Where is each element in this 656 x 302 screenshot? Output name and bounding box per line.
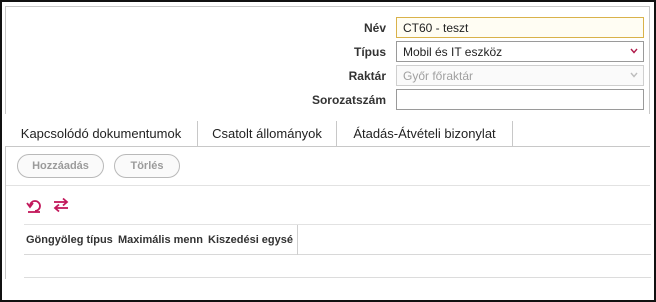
- warehouse-row: Raktár Győr főraktár: [6, 65, 649, 87]
- divider: [6, 185, 650, 186]
- tab-content-panel: Hozzáadás Törlés Göngyöleg típus Maximál…: [5, 147, 651, 279]
- grid-bottom-border: [24, 277, 651, 278]
- name-row: Név CT60 - teszt: [6, 17, 649, 39]
- warehouse-select-value: Győr főraktár: [403, 69, 474, 83]
- serial-row: Sorozatszám: [6, 89, 649, 111]
- type-row: Típus Mobil és IT eszköz: [6, 41, 649, 63]
- column-header-max-quantity[interactable]: Maximális menn: [116, 225, 206, 255]
- warehouse-select: Győr főraktár: [396, 65, 644, 86]
- add-button[interactable]: Hozzáadás: [17, 154, 104, 178]
- name-input[interactable]: CT60 - teszt: [396, 17, 644, 38]
- type-label: Típus: [354, 45, 386, 59]
- undo-icon[interactable]: [26, 197, 44, 213]
- type-select[interactable]: Mobil és IT eszköz: [396, 41, 644, 62]
- tab-handover-document[interactable]: Átadás-Átvételi bizonylat: [337, 121, 513, 147]
- name-label: Név: [363, 21, 386, 35]
- type-select-value: Mobil és IT eszköz: [403, 45, 503, 59]
- tab-attachments[interactable]: Csatolt állományok: [198, 121, 337, 147]
- transfer-arrows-icon[interactable]: [52, 197, 70, 213]
- warehouse-label: Raktár: [348, 69, 386, 83]
- tab-related-documents[interactable]: Kapcsolódó dokumentumok: [5, 121, 198, 147]
- detail-form: Név CT60 - teszt Típus Mobil és IT eszkö…: [5, 6, 650, 114]
- serial-input[interactable]: [396, 89, 644, 110]
- column-header-packaging-type[interactable]: Göngyöleg típus: [24, 225, 116, 255]
- serial-label: Sorozatszám: [311, 93, 386, 107]
- grid-header: Göngyöleg típus Maximális menn Kiszedési…: [24, 224, 651, 255]
- column-header-picking-unit[interactable]: Kiszedési egysé: [206, 225, 298, 255]
- chevron-down-icon: [630, 47, 638, 55]
- tab-bar: Kapcsolódó dokumentumok Csatolt állomány…: [5, 121, 650, 147]
- chevron-down-icon: [630, 71, 638, 79]
- delete-button[interactable]: Törlés: [114, 154, 180, 178]
